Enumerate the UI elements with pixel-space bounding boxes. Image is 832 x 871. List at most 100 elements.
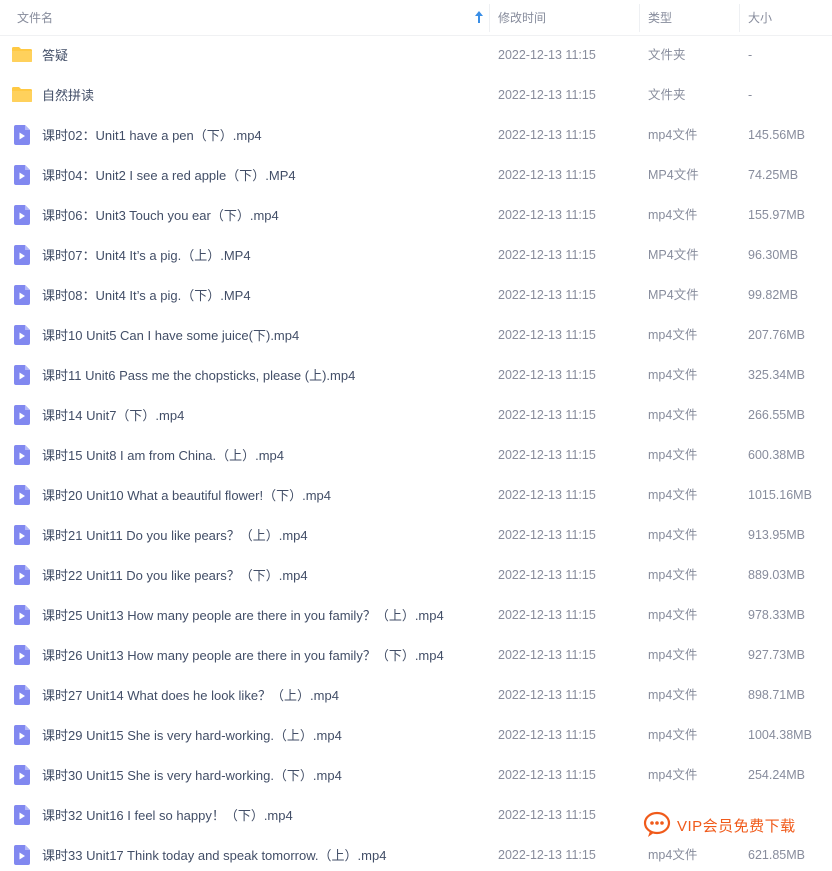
file-name[interactable]: 课时02：Unit1 have a pen（下）.mp4 (42, 115, 262, 155)
file-type: 文件夹 (648, 88, 686, 102)
column-divider[interactable] (489, 4, 490, 32)
file-row[interactable]: 课时11 Unit6 Pass me the chopsticks, pleas… (0, 355, 832, 395)
video-file-icon (14, 405, 30, 425)
video-file-icon (14, 365, 30, 385)
column-header-type[interactable]: 类型 (648, 0, 672, 35)
file-type: 文件夹 (648, 48, 686, 62)
folder-row[interactable]: 答疑 2022-12-13 11:15 文件夹 - (0, 35, 832, 75)
file-name[interactable]: 课时07：Unit4 It’s a pig.（上）.MP4 (42, 235, 251, 275)
file-modified-time: 2022-12-13 11:15 (498, 368, 596, 382)
sort-ascending-icon[interactable] (473, 10, 485, 24)
file-row[interactable]: 课时14 Unit7（下）.mp4 2022-12-13 11:15 mp4文件 26… (0, 395, 832, 435)
file-modified-time: 2022-12-13 11:15 (498, 48, 596, 62)
file-name[interactable]: 课时22 Unit11 Do you like pears？（下）.mp4 (42, 555, 308, 595)
file-type: MP4文件 (648, 288, 699, 302)
file-type: mp4文件 (648, 648, 698, 662)
column-divider[interactable] (639, 4, 640, 32)
file-type: mp4文件 (648, 368, 698, 382)
video-file-icon (14, 165, 30, 185)
video-file-icon (14, 725, 30, 745)
file-size: 266.55MB (748, 408, 805, 422)
file-row[interactable]: 课时25 Unit13 How many people are there in… (0, 595, 832, 635)
video-file-icon (14, 805, 30, 825)
file-name[interactable]: 课时32 Unit16 I feel so happy！（下）.mp4 (42, 795, 293, 835)
file-row[interactable]: 课时27 Unit14 What does he look like？（上）.m… (0, 675, 832, 715)
file-type: mp4文件 (648, 768, 698, 782)
file-modified-time: 2022-12-13 11:15 (498, 168, 596, 182)
file-size: 621.85MB (748, 848, 805, 862)
file-size: 1004.38MB (748, 728, 812, 742)
file-row[interactable]: 课时26 Unit13 How many people are there in… (0, 635, 832, 675)
file-name[interactable]: 课时27 Unit14 What does he look like？（上）.m… (42, 675, 339, 715)
file-size: 325.34MB (748, 368, 805, 382)
video-file-icon (14, 245, 30, 265)
folder-row[interactable]: 自然拼读 2022-12-13 11:15 文件夹 - (0, 75, 832, 115)
file-row[interactable]: 课时15 Unit8 I am from China.（上）.mp4 2022-1… (0, 435, 832, 475)
file-type: mp4文件 (648, 488, 698, 502)
file-row[interactable]: 课时22 Unit11 Do you like pears？（下）.mp4 202… (0, 555, 832, 595)
file-row[interactable]: 课时33 Unit17 Think today and speak tomorr… (0, 835, 832, 871)
file-name[interactable]: 课时15 Unit8 I am from China.（上）.mp4 (42, 435, 284, 475)
file-name[interactable]: 课时14 Unit7（下）.mp4 (42, 395, 184, 435)
file-row[interactable]: 课时06：Unit3 Touch you ear（下）.mp4 2022-12-1… (0, 195, 832, 235)
file-name[interactable]: 答疑 (42, 35, 68, 75)
video-file-icon (14, 205, 30, 225)
video-file-icon (14, 845, 30, 865)
file-row[interactable]: 课时29 Unit15 She is very hard-working.（上）… (0, 715, 832, 755)
file-name[interactable]: 课时25 Unit13 How many people are there in… (42, 595, 444, 635)
column-header-size[interactable]: 大小 (748, 0, 772, 35)
file-size: - (748, 48, 753, 62)
file-type: mp4文件 (648, 568, 698, 582)
watermark-text: VIP会员免费下载 (677, 817, 796, 835)
video-file-icon (14, 125, 30, 145)
column-header-name[interactable]: 文件名 (17, 0, 487, 35)
file-name[interactable]: 自然拼读 (42, 75, 94, 115)
file-name[interactable]: 课时30 Unit15 She is very hard-working.（下）… (42, 755, 342, 795)
file-type: MP4文件 (648, 248, 699, 262)
file-row[interactable]: 课时10 Unit5 Can I have some juice(下).mp4 2… (0, 315, 832, 355)
video-file-icon (14, 685, 30, 705)
video-file-icon (14, 765, 30, 785)
file-name[interactable]: 课时29 Unit15 She is very hard-working.（上）… (42, 715, 342, 755)
file-modified-time: 2022-12-13 11:15 (498, 88, 596, 102)
file-size: 913.95MB (748, 528, 805, 542)
column-divider[interactable] (739, 4, 740, 32)
video-file-icon (14, 445, 30, 465)
file-row[interactable]: 课时30 Unit15 She is very hard-working.（下）… (0, 755, 832, 795)
column-header-time[interactable]: 修改时间 (498, 0, 546, 35)
chat-bubble-icon (643, 811, 671, 837)
file-name[interactable]: 课时10 Unit5 Can I have some juice(下).mp4 (42, 315, 299, 355)
file-type: MP4文件 (648, 168, 699, 182)
file-modified-time: 2022-12-13 11:15 (498, 768, 596, 782)
file-name[interactable]: 课时33 Unit17 Think today and speak tomorr… (42, 835, 386, 871)
video-file-icon (14, 605, 30, 625)
file-name[interactable]: 课时20 Unit10 What a beautiful flower!（下）.… (42, 475, 331, 515)
file-type: mp4文件 (648, 328, 698, 342)
file-rows: 答疑 2022-12-13 11:15 文件夹 - 自然拼读 2022-12-13 11:… (0, 35, 832, 871)
file-name[interactable]: 课时06：Unit3 Touch you ear（下）.mp4 (42, 195, 279, 235)
video-file-icon (14, 325, 30, 345)
file-row[interactable]: 课时07：Unit4 It’s a pig.（上）.MP4 2022-12-13 … (0, 235, 832, 275)
file-type: mp4文件 (648, 408, 698, 422)
vip-watermark: VIP会员免费下载 (643, 810, 802, 840)
file-row[interactable]: 课时08：Unit4 It’s a pig.（下）.MP4 2022-12-13 … (0, 275, 832, 315)
file-row[interactable]: 课时04：Unit2 I see a red apple（下）.MP4 2022-… (0, 155, 832, 195)
file-type: mp4文件 (648, 728, 698, 742)
file-modified-time: 2022-12-13 11:15 (498, 128, 596, 142)
file-modified-time: 2022-12-13 11:15 (498, 448, 596, 462)
file-name[interactable]: 课时11 Unit6 Pass me the chopsticks, pleas… (42, 355, 355, 395)
file-row[interactable]: 课时02：Unit1 have a pen（下）.mp4 2022-12-13 1… (0, 115, 832, 155)
file-size: 96.30MB (748, 248, 799, 262)
file-size: 898.71MB (748, 688, 805, 702)
file-row[interactable]: 课时21 Unit11 Do you like pears？（上）.mp4 202… (0, 515, 832, 555)
file-row[interactable]: 课时20 Unit10 What a beautiful flower!（下）.… (0, 475, 832, 515)
file-type: mp4文件 (648, 448, 698, 462)
file-size: 600.38MB (748, 448, 805, 462)
file-modified-time: 2022-12-13 11:15 (498, 848, 596, 862)
file-name[interactable]: 课时26 Unit13 How many people are there in… (42, 635, 444, 675)
file-name[interactable]: 课时04：Unit2 I see a red apple（下）.MP4 (42, 155, 296, 195)
file-size: 99.82MB (748, 288, 799, 302)
file-name[interactable]: 课时08：Unit4 It’s a pig.（下）.MP4 (42, 275, 251, 315)
file-type: mp4文件 (648, 688, 698, 702)
file-name[interactable]: 课时21 Unit11 Do you like pears？（上）.mp4 (42, 515, 308, 555)
